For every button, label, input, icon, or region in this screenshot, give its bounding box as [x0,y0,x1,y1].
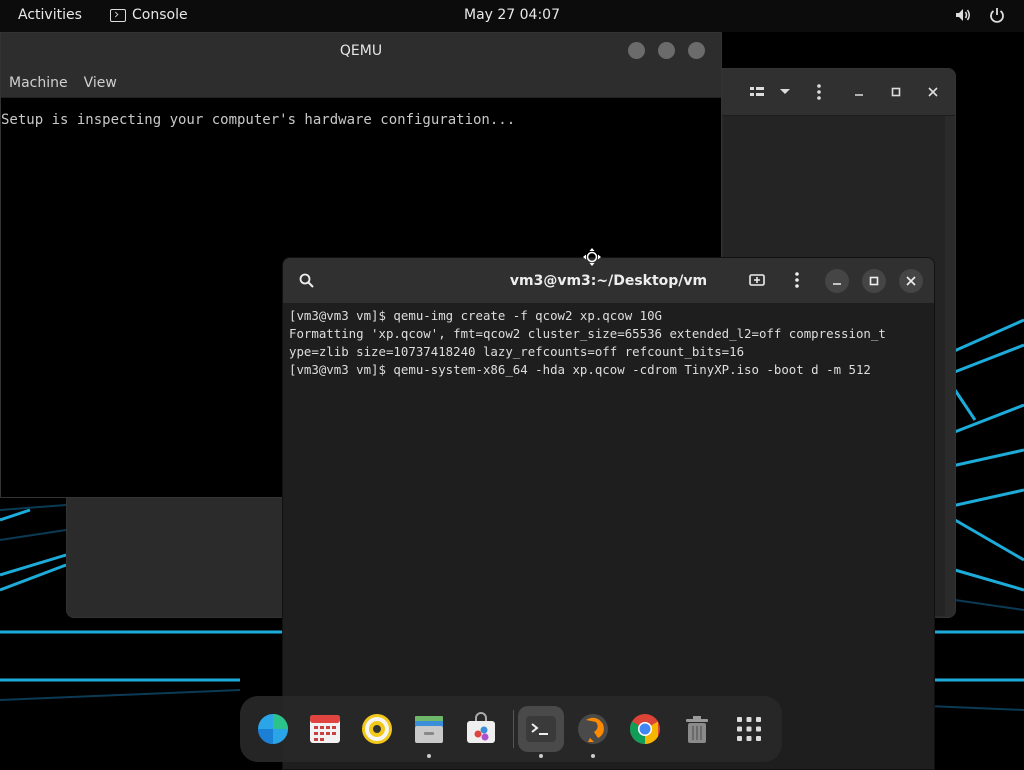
running-indicator [427,754,431,758]
terminal-line: Formatting 'xp.qcow', fmt=qcow2 cluster_… [289,326,886,341]
rhythmbox-icon [362,714,392,744]
qemu-vm-display[interactable]: Setup is inspecting your computer's hard… [1,98,721,128]
kebab-menu-icon[interactable] [785,268,809,292]
terminal-output[interactable]: [vm3@vm3 vm]$ qemu-img create -f qcow2 x… [283,303,934,383]
terminal-headerbar[interactable]: vm3@vm3:~/Desktop/vm [283,258,934,303]
minimize-icon[interactable] [825,269,849,293]
trash-icon [686,716,708,743]
terminal-line: [vm3@vm3 vm]$ qemu-img create -f qcow2 x… [289,308,662,323]
kebab-menu-icon[interactable] [807,80,831,104]
dock-trash[interactable] [674,706,720,752]
qemu-minimize-button[interactable] [628,42,645,59]
dock-app-grid[interactable] [726,706,772,752]
app-grid-icon [737,717,761,741]
terminal-line: [vm3@vm3 vm]$ qemu-system-x86_64 -hda xp… [289,362,871,377]
terminal-line: ype=zlib size=10737418240 lazy_refcounts… [289,344,745,359]
terminal-icon [526,716,556,742]
dock [240,696,782,762]
qemu-titlebar[interactable]: QEMU [1,33,721,69]
top-bar: Activities Console May 27 04:07 [0,0,1024,32]
view-list-icon[interactable] [745,80,769,104]
power-icon[interactable] [988,6,1006,24]
qemu-menubar: Machine View [1,69,721,98]
move-cursor-icon [583,248,601,266]
menu-view[interactable]: View [84,75,117,91]
minimize-icon[interactable] [847,80,871,104]
close-icon[interactable] [899,269,923,293]
terminal-window[interactable]: vm3@vm3:~/Desktop/vm [vm3@vm3 vm]$ qemu-… [282,257,935,770]
browser-icon [258,714,288,744]
activities-button[interactable]: Activities [18,7,82,23]
dock-software[interactable] [458,706,504,752]
maximize-icon[interactable] [862,269,886,293]
chevron-down-icon[interactable] [773,80,797,104]
running-indicator [539,754,543,758]
close-icon[interactable] [921,80,945,104]
dock-files[interactable] [406,706,452,758]
qemu-close-button[interactable] [688,42,705,59]
qemu-maximize-button[interactable] [658,42,675,59]
dock-rhythmbox[interactable] [354,706,400,752]
running-indicator [591,754,595,758]
dock-chrome[interactable] [622,706,668,752]
qemu-window-title: QEMU [339,43,383,59]
vm-screen-text: Setup is inspecting your computer's hard… [1,112,516,128]
app-menu-label: Console [132,7,188,23]
menu-machine[interactable]: Machine [9,75,68,91]
dock-qemu[interactable] [570,706,616,758]
dock-browser[interactable] [250,706,296,752]
files-icon [415,716,443,743]
search-icon[interactable] [294,268,318,292]
chrome-icon [630,714,660,744]
maximize-icon[interactable] [884,80,908,104]
calendar-icon [310,715,340,743]
new-tab-icon[interactable] [745,268,769,292]
terminal-window-title: vm3@vm3:~/Desktop/vm [509,272,708,289]
console-app-icon [110,8,126,22]
software-icon [467,712,495,743]
dock-terminal[interactable] [518,706,564,758]
dock-calendar[interactable] [302,706,348,752]
volume-icon[interactable] [954,6,972,24]
dock-separator [513,710,514,748]
qemu-icon [578,714,608,744]
system-tray[interactable] [954,6,1006,24]
app-menu-button[interactable]: Console [110,7,188,23]
